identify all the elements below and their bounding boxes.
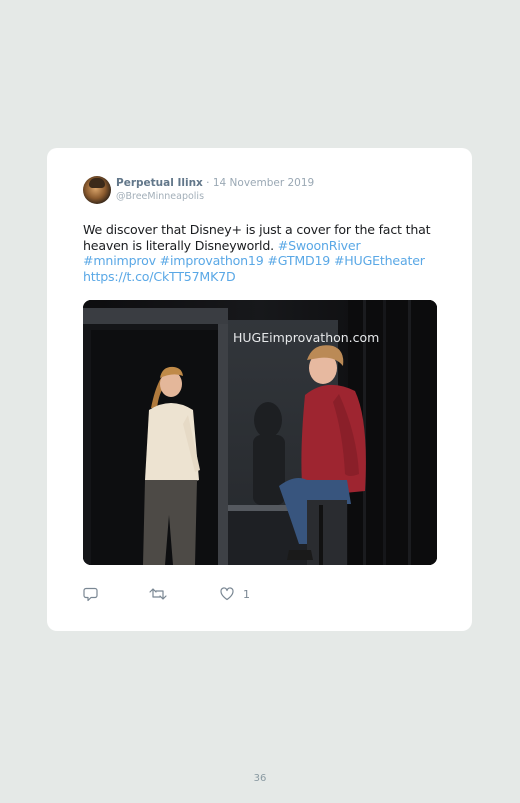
hashtag-link[interactable]: #improvathon19 [160, 253, 264, 268]
reply-button[interactable] [83, 586, 99, 602]
stage-photo-illustration: HUGEimprovathon.com [83, 300, 437, 565]
hashtag-link[interactable]: #mnimprov [83, 253, 156, 268]
page-number: 36 [253, 773, 267, 784]
author-handle[interactable]: @BreeMinneapolis [116, 191, 204, 202]
url-link[interactable]: https://t.co/CkTT57MK7D [83, 269, 236, 284]
hashtag-link[interactable]: #GTMD19 [267, 253, 330, 268]
like-count: 1 [243, 587, 250, 601]
tweet-photo[interactable]: HUGEimprovathon.com [83, 300, 437, 565]
tweet-body: We discover that Disney+ is just a cover… [83, 222, 431, 253]
hashtag-link[interactable]: #SwoonRiver [278, 238, 361, 253]
heart-icon [220, 587, 234, 601]
sign-text: HUGEimprovathon.com [233, 330, 379, 345]
hashtag-link[interactable]: #HUGEtheater [334, 253, 425, 268]
reply-icon [83, 587, 98, 602]
tweet-actions: 1 [83, 586, 437, 606]
retweet-button[interactable] [149, 586, 167, 602]
retweet-icon [149, 588, 167, 600]
avatar[interactable] [83, 176, 111, 204]
author-name[interactable]: Perpetual Ilinx [116, 177, 203, 189]
tweet-text: We discover that Disney+ is just a cover… [83, 222, 433, 284]
tweet-date[interactable]: 14 November 2019 [213, 177, 314, 189]
header-separator: · [202, 177, 213, 189]
like-button[interactable]: 1 [219, 586, 250, 602]
tweet-card: Perpetual Ilinx · 14 November 2019 @Bree… [47, 148, 472, 631]
tweet-header: Perpetual Ilinx · 14 November 2019 [116, 177, 314, 189]
